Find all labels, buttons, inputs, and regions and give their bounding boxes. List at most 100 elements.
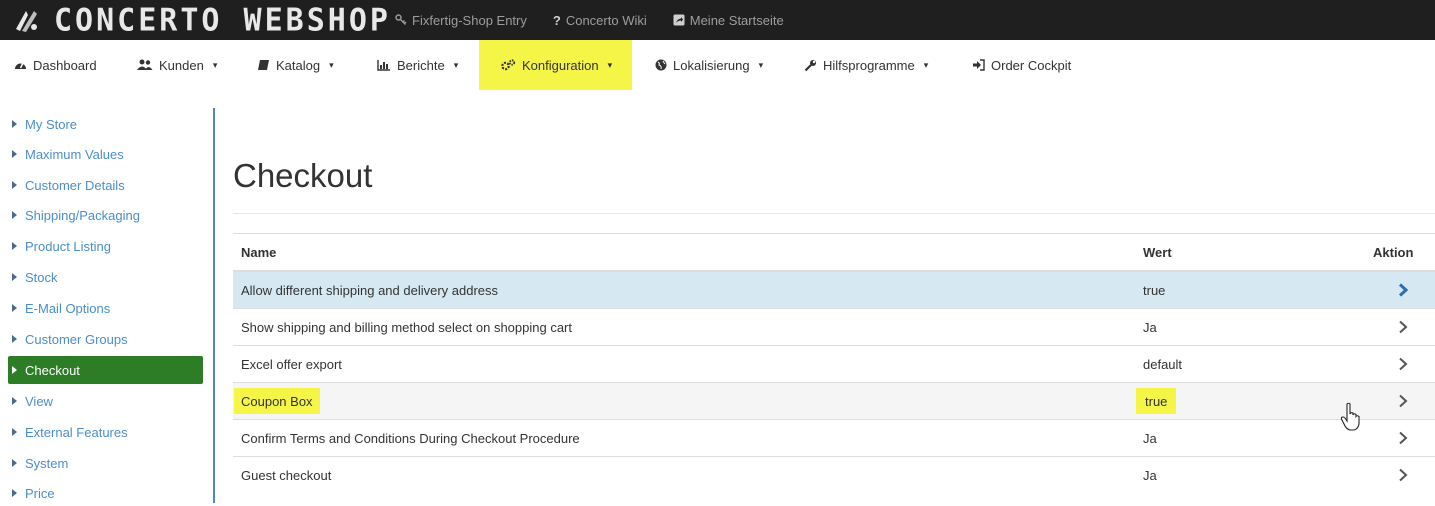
chevron-right-icon (1399, 357, 1408, 371)
caret-right-icon (12, 211, 17, 219)
row-action-button[interactable] (1393, 346, 1413, 382)
sidebar-item-external-features[interactable]: External Features (8, 419, 203, 445)
nav-label: Lokalisierung (673, 57, 750, 73)
row-value-cell: true (1136, 383, 1177, 419)
key-icon (395, 14, 407, 25)
row-value: true (1136, 388, 1177, 414)
toplink-shop-entry[interactable]: Fixfertig-Shop Entry (395, 13, 527, 28)
hand-cursor-icon (1340, 402, 1360, 431)
row-action-button[interactable] (1393, 309, 1413, 345)
sidebar-item-shipping-packaging[interactable]: Shipping/Packaging (8, 202, 203, 228)
chevron-right-icon (1399, 394, 1408, 408)
sidebar-item-stock[interactable]: Stock (8, 264, 203, 290)
caret-down-icon: ▾ (758, 59, 764, 70)
sidebar-item-label: External Features (25, 424, 128, 440)
toplink-label: Concerto Wiki (565, 12, 647, 28)
sidebar-item-label: Checkout (25, 362, 80, 378)
table-row[interactable]: Guest checkout Ja (233, 457, 1435, 493)
table-header: Name Wert Aktion (233, 234, 1435, 272)
nav-label: Dashboard (33, 57, 97, 73)
sidebar-item-system[interactable]: System (8, 450, 203, 476)
nav-label: Berichte (397, 57, 445, 73)
cogs-icon (501, 59, 516, 71)
table-row[interactable]: Allow different shipping and delivery ad… (233, 272, 1435, 309)
sidebar-item-email-options[interactable]: E-Mail Options (8, 295, 203, 321)
bar-chart-icon (377, 60, 390, 71)
sidebar-item-label: Shipping/Packaging (25, 207, 140, 223)
table-row[interactable]: Confirm Terms and Conditions During Chec… (233, 420, 1435, 457)
sidebar: My Store Maximum Values Customer Details… (0, 108, 215, 503)
nav-order-cockpit[interactable]: Order Cockpit (972, 40, 1071, 90)
nav-label: Hilfsprogramme (823, 57, 915, 73)
row-name: Allow different shipping and delivery ad… (241, 282, 499, 298)
sidebar-item-label: View (25, 393, 53, 409)
sidebar-item-view[interactable]: View (8, 388, 203, 414)
row-name: Guest checkout (241, 467, 332, 483)
row-name: Show shipping and billing method select … (241, 319, 572, 335)
row-value: Ja (1143, 319, 1157, 335)
sign-in-icon (973, 59, 985, 71)
toplink-home[interactable]: Meine Startseite (673, 13, 784, 28)
nav-label: Order Cockpit (991, 57, 1072, 73)
sidebar-item-customer-details[interactable]: Customer Details (8, 172, 203, 198)
page-title: Checkout (233, 157, 373, 194)
caret-right-icon (12, 242, 17, 250)
nav-dashboard[interactable]: Dashboard (14, 40, 97, 90)
brand[interactable]: CONCERTO WEBSHOP (12, 0, 391, 40)
row-value: Ja (1143, 430, 1157, 446)
toplink-label: Fixfertig-Shop Entry (412, 12, 527, 28)
caret-right-icon (12, 428, 17, 436)
header-value: Wert (1143, 244, 1172, 260)
nav-label: Konfiguration (522, 57, 599, 73)
nav-konfiguration[interactable]: Konfiguration ▾ (479, 40, 632, 90)
sidebar-item-label: System (25, 455, 69, 471)
row-action-button[interactable] (1393, 383, 1413, 419)
caret-right-icon (12, 150, 17, 158)
table-row[interactable]: Excel offer export default (233, 346, 1435, 383)
caret-right-icon (12, 304, 17, 312)
toplink-wiki[interactable]: ? Concerto Wiki (553, 13, 647, 28)
sidebar-item-checkout[interactable]: Checkout (8, 356, 203, 384)
sidebar-item-maximum-values[interactable]: Maximum Values (8, 141, 203, 167)
caret-right-icon (12, 489, 17, 497)
nav-lokalisierung[interactable]: Lokalisierung ▾ (655, 40, 763, 90)
sidebar-item-label: Price (25, 485, 55, 501)
row-action-button[interactable] (1393, 272, 1413, 308)
row-value: true (1143, 282, 1166, 298)
sidebar-item-price[interactable]: Price (8, 480, 203, 506)
row-action-button[interactable] (1393, 420, 1413, 456)
table-row[interactable]: Coupon Box true (233, 383, 1435, 420)
caret-down-icon: ▾ (453, 59, 459, 70)
sidebar-item-label: Customer Groups (25, 331, 128, 347)
caret-right-icon (12, 181, 17, 189)
sidebar-item-my-store[interactable]: My Store (8, 111, 203, 137)
row-name: Coupon Box (234, 388, 320, 414)
table-row[interactable]: Show shipping and billing method select … (233, 309, 1435, 346)
caret-right-icon (12, 397, 17, 405)
row-value: Ja (1143, 467, 1157, 483)
sidebar-item-product-listing[interactable]: Product Listing (8, 233, 203, 259)
toplink-label: Meine Startseite (689, 12, 784, 28)
caret-right-icon (12, 120, 17, 128)
nav-hilfsprogramme[interactable]: Hilfsprogramme ▾ (804, 40, 928, 90)
users-icon (137, 59, 153, 70)
row-action-button[interactable] (1393, 457, 1413, 493)
caret-right-icon (12, 366, 17, 374)
sidebar-item-customer-groups[interactable]: Customer Groups (8, 326, 203, 352)
sidebar-item-label: Stock (25, 269, 58, 285)
sidebar-item-label: Customer Details (25, 177, 125, 193)
nav-berichte[interactable]: Berichte ▾ (377, 40, 458, 90)
dashboard-icon (15, 62, 26, 69)
nav-katalog[interactable]: Katalog ▾ (257, 40, 334, 90)
header-action: Aktion (1373, 244, 1414, 260)
chevron-right-icon (1399, 320, 1408, 334)
chevron-right-icon (1398, 283, 1408, 297)
caret-right-icon (12, 459, 17, 467)
globe-icon (655, 59, 667, 71)
nav-kunden[interactable]: Kunden ▾ (137, 40, 217, 90)
logo-icon (16, 11, 37, 32)
sidebar-item-label: Product Listing (25, 238, 111, 254)
row-name: Excel offer export (241, 356, 342, 372)
brand-title: CONCERTO WEBSHOP (54, 1, 391, 39)
top-bar: CONCERTO WEBSHOP Fixfertig-Shop Entry ? … (0, 0, 1435, 40)
